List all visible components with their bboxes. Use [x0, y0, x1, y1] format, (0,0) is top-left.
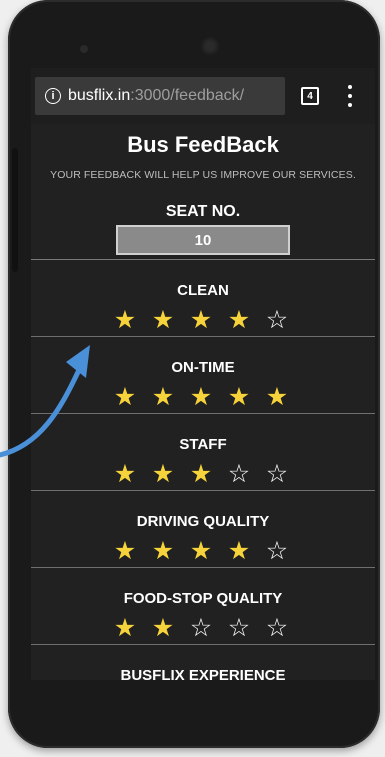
star-filled-icon[interactable]: ★: [106, 306, 144, 334]
url-path: :3000/feedback/: [130, 87, 245, 104]
tab-switcher-button[interactable]: 4: [301, 87, 319, 105]
star-empty-icon[interactable]: ☆: [258, 614, 296, 642]
star-empty-icon[interactable]: ☆: [258, 460, 296, 488]
section-label: DRIVING QUALITY: [136, 513, 270, 530]
star-filled-icon[interactable]: ★: [144, 614, 182, 642]
star-filled-icon[interactable]: ★: [182, 306, 220, 334]
star-empty-icon[interactable]: ☆: [220, 460, 258, 488]
overflow-menu-icon[interactable]: [347, 85, 353, 107]
star-empty-icon[interactable]: ☆: [220, 614, 258, 642]
star-empty-icon[interactable]: ☆: [258, 306, 296, 334]
star-filled-icon[interactable]: ★: [106, 460, 144, 488]
seat-number-input[interactable]: [116, 225, 290, 255]
page-title: Bus FeedBack: [127, 132, 279, 157]
star-filled-icon[interactable]: ★: [220, 306, 258, 334]
earpiece-speaker: [200, 36, 220, 56]
star-rating: ★ ★ ☆ ☆ ☆: [31, 614, 375, 642]
star-filled-icon[interactable]: ★: [144, 306, 182, 334]
url-host: busflix.in: [68, 87, 131, 104]
star-filled-icon[interactable]: ★: [106, 614, 144, 642]
annotation-arrow-icon: [0, 345, 90, 458]
section-label-busflix-experience: BUSFLIX EXPERIENCE: [120, 667, 286, 680]
phone-side-button: [12, 148, 18, 272]
section-label: CLEAN: [177, 282, 229, 299]
star-filled-icon[interactable]: ★: [144, 383, 182, 411]
front-camera: [80, 45, 88, 53]
star-rating: ★ ★ ★ ★ ☆: [31, 537, 375, 565]
star-filled-icon[interactable]: ★: [106, 383, 144, 411]
star-filled-icon[interactable]: ★: [220, 537, 258, 565]
rating-section-food-stop-quality: FOOD-STOP QUALITY ★ ★ ☆ ☆ ☆: [31, 568, 375, 645]
info-icon[interactable]: i: [45, 88, 61, 104]
address-bar[interactable]: i busflix.in:3000/feedback/: [35, 77, 285, 115]
page-subtitle: YOUR FEEDBACK WILL HELP US IMPROVE OUR S…: [50, 169, 356, 181]
star-empty-icon[interactable]: ☆: [258, 537, 296, 565]
star-filled-icon[interactable]: ★: [182, 460, 220, 488]
star-filled-icon[interactable]: ★: [220, 383, 258, 411]
star-filled-icon[interactable]: ★: [182, 537, 220, 565]
browser-toolbar: i busflix.in:3000/feedback/ 4: [31, 68, 375, 124]
seat-label: SEAT NO.: [165, 203, 241, 220]
rating-section-driving-quality: DRIVING QUALITY ★ ★ ★ ★ ☆: [31, 491, 375, 568]
star-filled-icon[interactable]: ★: [144, 537, 182, 565]
star-filled-icon[interactable]: ★: [106, 537, 144, 565]
star-filled-icon[interactable]: ★: [182, 383, 220, 411]
star-filled-icon[interactable]: ★: [144, 460, 182, 488]
star-filled-icon[interactable]: ★: [258, 383, 296, 411]
section-label: FOOD-STOP QUALITY: [123, 590, 283, 607]
star-empty-icon[interactable]: ☆: [182, 614, 220, 642]
